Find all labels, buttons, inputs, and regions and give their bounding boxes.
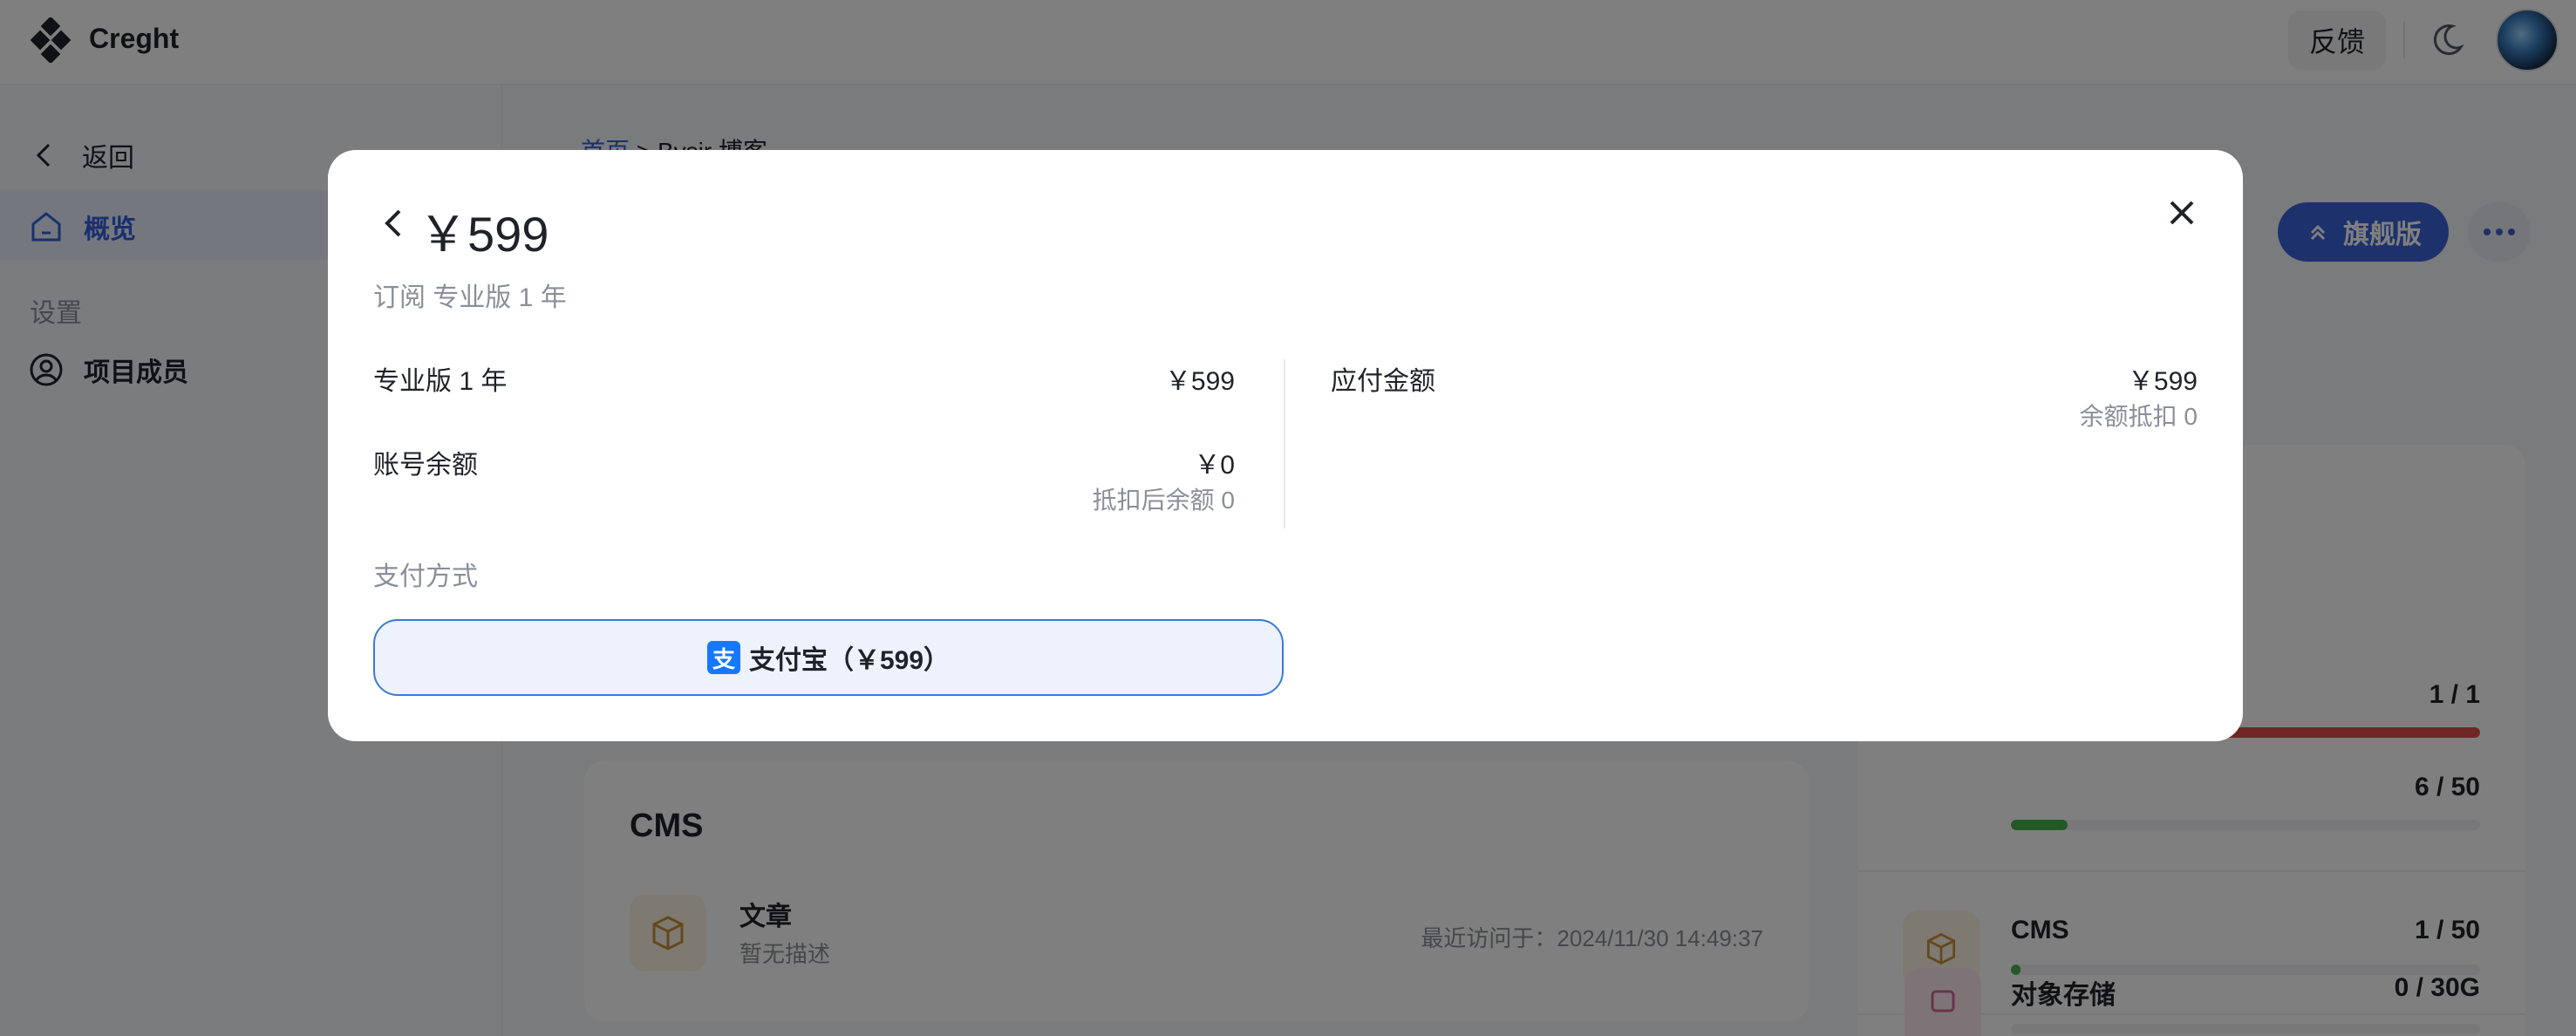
alipay-button[interactable]: 支 支付宝（￥599） — [373, 619, 1284, 696]
balance-value: ￥0 — [1194, 451, 1235, 480]
plan-label: 专业版 1 年 — [373, 367, 508, 396]
chevron-left-icon[interactable] — [377, 206, 412, 241]
amount-due-value: ￥599 — [2127, 367, 2198, 396]
payment-dialog: ￥599 订阅 专业版 1 年 专业版 1 年 ￥599 账号余额 ￥0 抵扣后… — [328, 150, 2243, 741]
divider — [1284, 359, 1285, 528]
close-icon[interactable] — [2164, 195, 2199, 230]
dialog-price: ￥599 — [419, 207, 549, 262]
payment-method-label: 支付方式 — [373, 562, 478, 591]
balance-deduction-note: 余额抵扣 0 — [2079, 403, 2198, 430]
alipay-icon: 支 — [706, 641, 740, 674]
dialog-subtitle: 订阅 专业版 1 年 — [373, 283, 567, 312]
alipay-button-label: 支付宝（￥599） — [748, 646, 951, 675]
balance-after-deduction: 抵扣后余额 0 — [1092, 487, 1235, 514]
balance-label: 账号余额 — [373, 451, 478, 480]
plan-price: ￥599 — [1164, 367, 1235, 396]
amount-due-label: 应付金额 — [1331, 367, 1435, 396]
